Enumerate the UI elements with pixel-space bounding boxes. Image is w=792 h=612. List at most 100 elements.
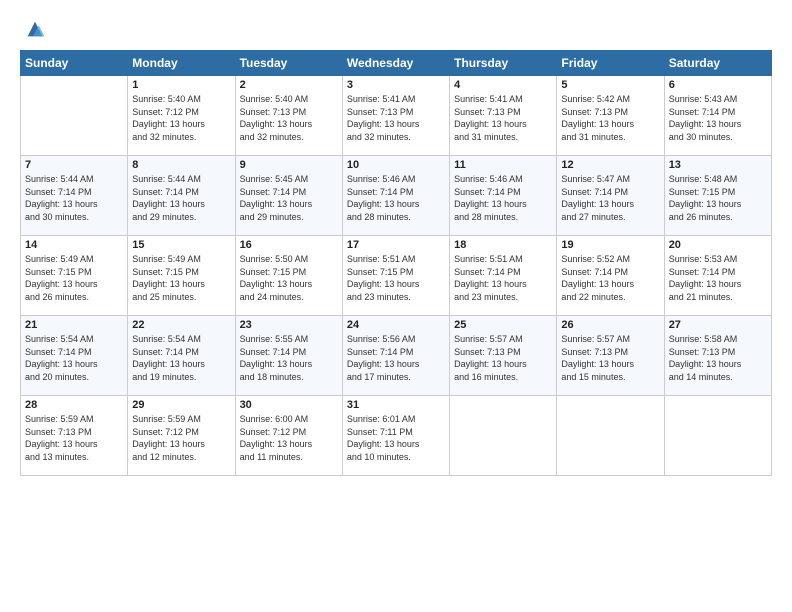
calendar-cell bbox=[21, 76, 128, 156]
calendar-cell: 14 Sunrise: 5:49 AM Sunset: 7:15 PM Dayli… bbox=[21, 236, 128, 316]
calendar-cell: 31 Sunrise: 6:01 AM Sunset: 7:11 PM Dayli… bbox=[342, 396, 449, 476]
day-info: Sunrise: 5:53 AM Sunset: 7:14 PM Dayligh… bbox=[669, 253, 767, 303]
day-number: 11 bbox=[454, 159, 552, 171]
calendar-cell: 23 Sunrise: 5:55 AM Sunset: 7:14 PM Dayli… bbox=[235, 316, 342, 396]
calendar-table: SundayMondayTuesdayWednesdayThursdayFrid… bbox=[20, 50, 772, 476]
day-number: 17 bbox=[347, 239, 445, 251]
day-info: Sunrise: 5:45 AM Sunset: 7:14 PM Dayligh… bbox=[240, 173, 338, 223]
day-number: 25 bbox=[454, 319, 552, 331]
calendar-cell: 9 Sunrise: 5:45 AM Sunset: 7:14 PM Daylig… bbox=[235, 156, 342, 236]
day-info: Sunrise: 5:46 AM Sunset: 7:14 PM Dayligh… bbox=[454, 173, 552, 223]
day-number: 31 bbox=[347, 399, 445, 411]
calendar-cell: 27 Sunrise: 5:58 AM Sunset: 7:13 PM Dayli… bbox=[664, 316, 771, 396]
calendar-cell: 21Sunrise: 5:54 AM Sunset: 7:14 PM Dayli… bbox=[21, 316, 128, 396]
day-info: Sunrise: 5:44 AM Sunset: 7:14 PM Dayligh… bbox=[25, 173, 123, 223]
day-info: Sunrise: 5:43 AM Sunset: 7:14 PM Dayligh… bbox=[669, 93, 767, 143]
logo bbox=[20, 18, 46, 40]
calendar-cell: 22 Sunrise: 5:54 AM Sunset: 7:14 PM Dayli… bbox=[128, 316, 235, 396]
day-info: Sunrise: 5:57 AM Sunset: 7:13 PM Dayligh… bbox=[454, 333, 552, 383]
day-info: Sunrise: 5:59 AM Sunset: 7:13 PM Dayligh… bbox=[25, 413, 123, 463]
calendar-cell: 5 Sunrise: 5:42 AM Sunset: 7:13 PM Daylig… bbox=[557, 76, 664, 156]
calendar-cell: 24Sunrise: 5:56 AM Sunset: 7:14 PM Dayli… bbox=[342, 316, 449, 396]
day-info: Sunrise: 5:58 AM Sunset: 7:13 PM Dayligh… bbox=[669, 333, 767, 383]
day-info: Sunrise: 5:51 AM Sunset: 7:15 PM Dayligh… bbox=[347, 253, 445, 303]
calendar-cell: 17 Sunrise: 5:51 AM Sunset: 7:15 PM Dayli… bbox=[342, 236, 449, 316]
day-info: Sunrise: 5:55 AM Sunset: 7:14 PM Dayligh… bbox=[240, 333, 338, 383]
day-info: Sunrise: 6:01 AM Sunset: 7:11 PM Dayligh… bbox=[347, 413, 445, 463]
calendar-cell: 1 Sunrise: 5:40 AM Sunset: 7:12 PM Daylig… bbox=[128, 76, 235, 156]
day-info: Sunrise: 5:56 AM Sunset: 7:14 PM Dayligh… bbox=[347, 333, 445, 383]
calendar-cell: 30 Sunrise: 6:00 AM Sunset: 7:12 PM Dayli… bbox=[235, 396, 342, 476]
calendar-header-row: SundayMondayTuesdayWednesdayThursdayFrid… bbox=[21, 51, 772, 76]
week-row-3: 14 Sunrise: 5:49 AM Sunset: 7:15 PM Dayli… bbox=[21, 236, 772, 316]
day-info: Sunrise: 5:48 AM Sunset: 7:15 PM Dayligh… bbox=[669, 173, 767, 223]
calendar-cell: 19 Sunrise: 5:52 AM Sunset: 7:14 PM Dayli… bbox=[557, 236, 664, 316]
calendar-cell bbox=[450, 396, 557, 476]
day-info: Sunrise: 5:40 AM Sunset: 7:12 PM Dayligh… bbox=[132, 93, 230, 143]
header bbox=[20, 18, 772, 40]
day-number: 26 bbox=[561, 319, 659, 331]
day-number: 12 bbox=[561, 159, 659, 171]
logo-icon bbox=[24, 18, 46, 40]
day-number: 22 bbox=[132, 319, 230, 331]
day-info: Sunrise: 5:57 AM Sunset: 7:13 PM Dayligh… bbox=[561, 333, 659, 383]
day-number: 28 bbox=[25, 399, 123, 411]
day-header-monday: Monday bbox=[128, 51, 235, 76]
day-number: 21 bbox=[25, 319, 123, 331]
week-row-4: 21 Sunrise: 5:54 AM Sunset: 7:14 PM Dayli… bbox=[21, 316, 772, 396]
day-info: Sunrise: 5:49 AM Sunset: 7:15 PM Dayligh… bbox=[25, 253, 123, 303]
day-info: Sunrise: 5:47 AM Sunset: 7:14 PM Dayligh… bbox=[561, 173, 659, 223]
calendar-cell: 18 Sunrise: 5:51 AM Sunset: 7:14 PM Dayli… bbox=[450, 236, 557, 316]
day-number: 30 bbox=[240, 399, 338, 411]
day-info: Sunrise: 5:51 AM Sunset: 7:14 PM Dayligh… bbox=[454, 253, 552, 303]
day-number: 18 bbox=[454, 239, 552, 251]
day-number: 9 bbox=[240, 159, 338, 171]
day-number: 2 bbox=[240, 79, 338, 91]
day-number: 8 bbox=[132, 159, 230, 171]
week-row-5: 28 Sunrise: 5:59 AM Sunset: 7:13 PM Dayli… bbox=[21, 396, 772, 476]
day-info: Sunrise: 6:00 AM Sunset: 7:12 PM Dayligh… bbox=[240, 413, 338, 463]
calendar-cell: 28 Sunrise: 5:59 AM Sunset: 7:13 PM Dayli… bbox=[21, 396, 128, 476]
calendar-cell: 8 Sunrise: 5:44 AM Sunset: 7:14 PM Daylig… bbox=[128, 156, 235, 236]
day-number: 16 bbox=[240, 239, 338, 251]
calendar-cell: 10Sunrise: 5:46 AM Sunset: 7:14 PM Dayli… bbox=[342, 156, 449, 236]
day-number: 14 bbox=[25, 239, 123, 251]
calendar-cell: 2 Sunrise: 5:40 AM Sunset: 7:13 PM Daylig… bbox=[235, 76, 342, 156]
day-header-wednesday: Wednesday bbox=[342, 51, 449, 76]
day-number: 5 bbox=[561, 79, 659, 91]
calendar-cell: 6Sunrise: 5:43 AM Sunset: 7:14 PM Daylig… bbox=[664, 76, 771, 156]
day-number: 20 bbox=[669, 239, 767, 251]
day-info: Sunrise: 5:52 AM Sunset: 7:14 PM Dayligh… bbox=[561, 253, 659, 303]
day-number: 27 bbox=[669, 319, 767, 331]
day-header-tuesday: Tuesday bbox=[235, 51, 342, 76]
calendar-cell: 11 Sunrise: 5:46 AM Sunset: 7:14 PM Dayli… bbox=[450, 156, 557, 236]
day-info: Sunrise: 5:50 AM Sunset: 7:15 PM Dayligh… bbox=[240, 253, 338, 303]
day-info: Sunrise: 5:49 AM Sunset: 7:15 PM Dayligh… bbox=[132, 253, 230, 303]
calendar-cell: 3Sunrise: 5:41 AM Sunset: 7:13 PM Daylig… bbox=[342, 76, 449, 156]
calendar-cell: 16 Sunrise: 5:50 AM Sunset: 7:15 PM Dayli… bbox=[235, 236, 342, 316]
day-header-friday: Friday bbox=[557, 51, 664, 76]
day-number: 1 bbox=[132, 79, 230, 91]
calendar-cell: 20 Sunrise: 5:53 AM Sunset: 7:14 PM Dayli… bbox=[664, 236, 771, 316]
day-header-saturday: Saturday bbox=[664, 51, 771, 76]
day-number: 15 bbox=[132, 239, 230, 251]
calendar-cell: 12 Sunrise: 5:47 AM Sunset: 7:14 PM Dayli… bbox=[557, 156, 664, 236]
day-info: Sunrise: 5:40 AM Sunset: 7:13 PM Dayligh… bbox=[240, 93, 338, 143]
main-container: SundayMondayTuesdayWednesdayThursdayFrid… bbox=[0, 0, 792, 486]
week-row-2: 7Sunrise: 5:44 AM Sunset: 7:14 PM Daylig… bbox=[21, 156, 772, 236]
day-info: Sunrise: 5:41 AM Sunset: 7:13 PM Dayligh… bbox=[347, 93, 445, 143]
day-info: Sunrise: 5:42 AM Sunset: 7:13 PM Dayligh… bbox=[561, 93, 659, 143]
day-header-sunday: Sunday bbox=[21, 51, 128, 76]
day-info: Sunrise: 5:44 AM Sunset: 7:14 PM Dayligh… bbox=[132, 173, 230, 223]
day-number: 19 bbox=[561, 239, 659, 251]
day-info: Sunrise: 5:54 AM Sunset: 7:14 PM Dayligh… bbox=[132, 333, 230, 383]
calendar-cell: 7Sunrise: 5:44 AM Sunset: 7:14 PM Daylig… bbox=[21, 156, 128, 236]
day-number: 13 bbox=[669, 159, 767, 171]
calendar-cell: 15 Sunrise: 5:49 AM Sunset: 7:15 PM Dayli… bbox=[128, 236, 235, 316]
calendar-cell bbox=[557, 396, 664, 476]
day-number: 23 bbox=[240, 319, 338, 331]
day-number: 29 bbox=[132, 399, 230, 411]
day-header-thursday: Thursday bbox=[450, 51, 557, 76]
calendar-cell: 26 Sunrise: 5:57 AM Sunset: 7:13 PM Dayli… bbox=[557, 316, 664, 396]
day-number: 4 bbox=[454, 79, 552, 91]
